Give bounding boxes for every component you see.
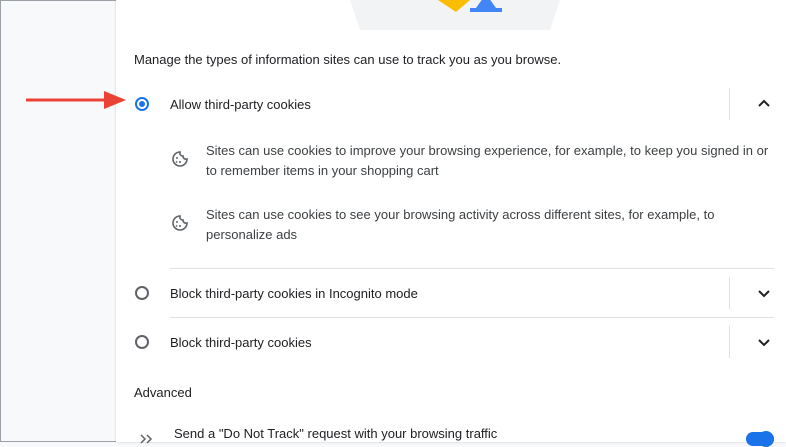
chevron-down-icon[interactable]	[756, 285, 772, 301]
cookie-icon	[172, 151, 188, 167]
chevron-down-icon[interactable]	[756, 334, 772, 350]
detail-text-2-line-1: Sites can use cookies to see your browsi…	[206, 207, 715, 222]
detail-text-1-line-1: Sites can use cookies to improve your br…	[206, 143, 769, 158]
cookies-description: Manage the types of information sites ca…	[134, 52, 562, 67]
radio-block-incognito[interactable]	[135, 286, 149, 300]
do-not-track-toggle[interactable]	[746, 431, 774, 447]
do-not-track-label: Send a "Do Not Track" request with your …	[174, 426, 498, 441]
do-not-track-icon	[140, 434, 153, 444]
expand-divider	[729, 277, 730, 309]
expand-divider	[729, 326, 730, 358]
expand-divider	[729, 88, 730, 120]
detail-text-2-line-2: personalize ads	[206, 227, 298, 242]
option-label-block-third-party-cookies[interactable]: Block third-party cookies	[170, 335, 312, 350]
detail-text-2: Sites can use cookies to see your browsi…	[206, 205, 786, 245]
radio-block-third-party-cookies[interactable]	[135, 335, 149, 349]
cookie-icon	[172, 215, 188, 231]
detail-text-1-line-2: to remember items in your shopping cart	[206, 163, 439, 178]
annotation-arrow	[26, 91, 126, 109]
option-label-block-incognito[interactable]: Block third-party cookies in Incognito m…	[170, 286, 418, 301]
section-title-advanced: Advanced	[134, 385, 192, 400]
radio-allow-third-party-cookies[interactable]	[135, 97, 149, 111]
chevron-up-icon[interactable]	[756, 96, 772, 112]
detail-text-1: Sites can use cookies to improve your br…	[206, 141, 786, 181]
divider	[170, 268, 774, 269]
option-label-allow-third-party-cookies[interactable]: Allow third-party cookies	[170, 97, 311, 112]
header-illustration	[350, 0, 560, 30]
divider	[170, 317, 774, 318]
